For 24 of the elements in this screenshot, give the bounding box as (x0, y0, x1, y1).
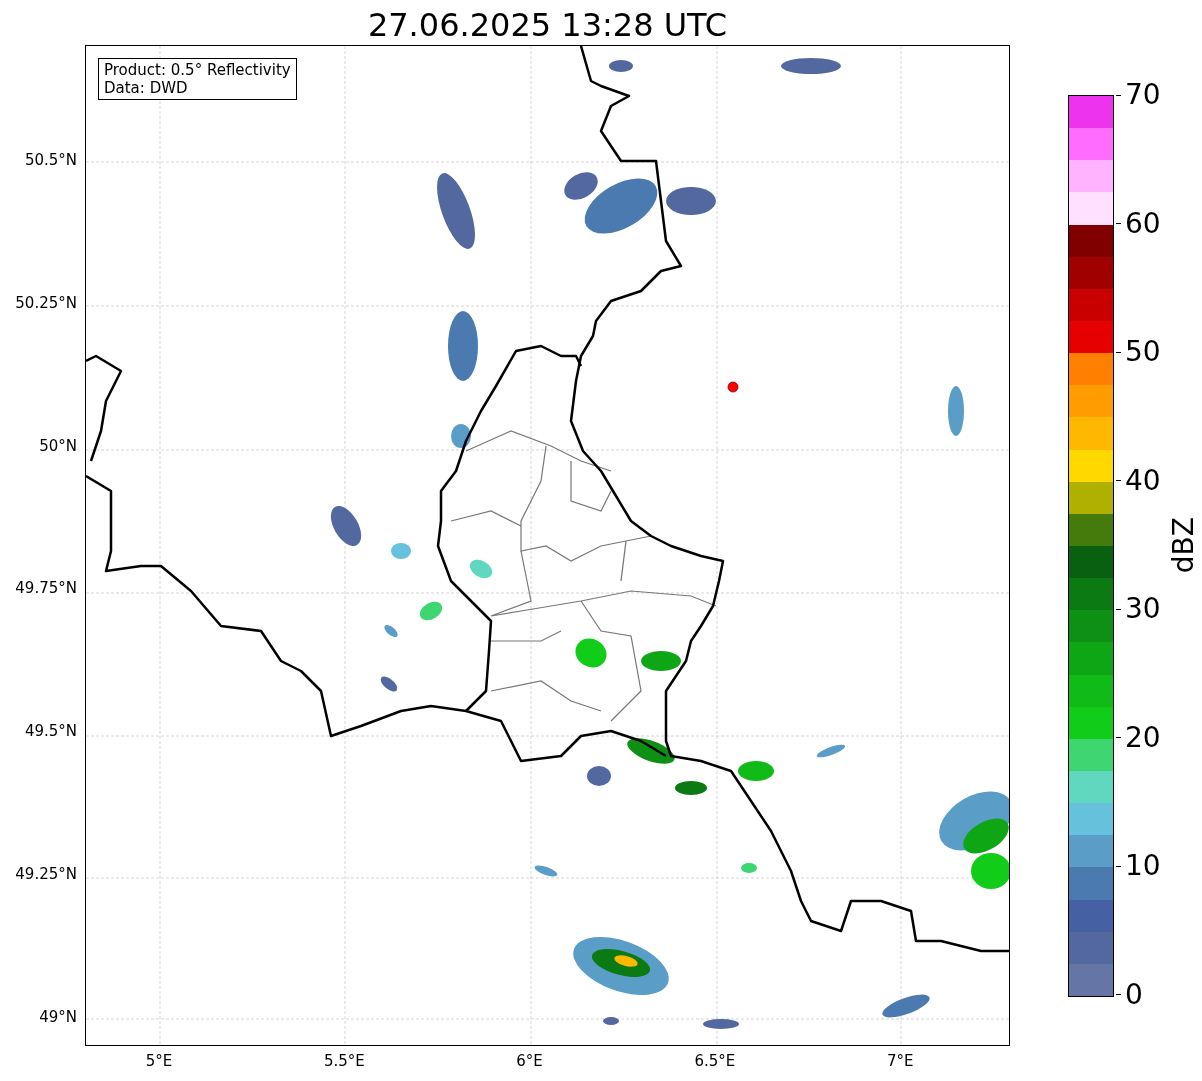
latitude-label: 49.25°N (15, 865, 77, 883)
latitude-label: 49.75°N (15, 579, 77, 598)
chart-title: 27.06.2025 13:28 UTC (366, 5, 729, 45)
latitude-label: 50.5°N (24, 151, 77, 169)
colorbar-tick-label: 30 (1116, 592, 1161, 627)
longitude-label: 5.5°E (323, 1052, 365, 1070)
longitude-label: 6°E (516, 1052, 543, 1070)
longitude-label: 7°E (886, 1052, 914, 1070)
latitude-label: 49°N (39, 1007, 77, 1026)
longitude-label: 6.5°E (694, 1052, 736, 1070)
colorbar-tick-label: 50 (1116, 335, 1161, 370)
longitude-label: 5°E (145, 1052, 173, 1070)
legend-text: Product: 0.5° Reflectivity (104, 61, 291, 79)
latitude-label: 50.25°N (15, 293, 77, 312)
colorbar-tick-label: 40 (1116, 463, 1161, 498)
latitude-label: 49.5°N (24, 722, 77, 741)
colorbar-label: dBZ (1166, 517, 1200, 574)
colorbar-tick-label: 60 (1116, 206, 1161, 241)
colorbar-tick-label: 0 (1116, 977, 1161, 1012)
colorbar-tick-label: 20 (1116, 720, 1161, 755)
legend-text: Data: DWD (104, 79, 189, 97)
colorbar-tick-label: 10 (1116, 849, 1161, 884)
latitude-label: 50°N (39, 436, 77, 455)
colorbar-tick-label: 70 (1116, 78, 1161, 112)
